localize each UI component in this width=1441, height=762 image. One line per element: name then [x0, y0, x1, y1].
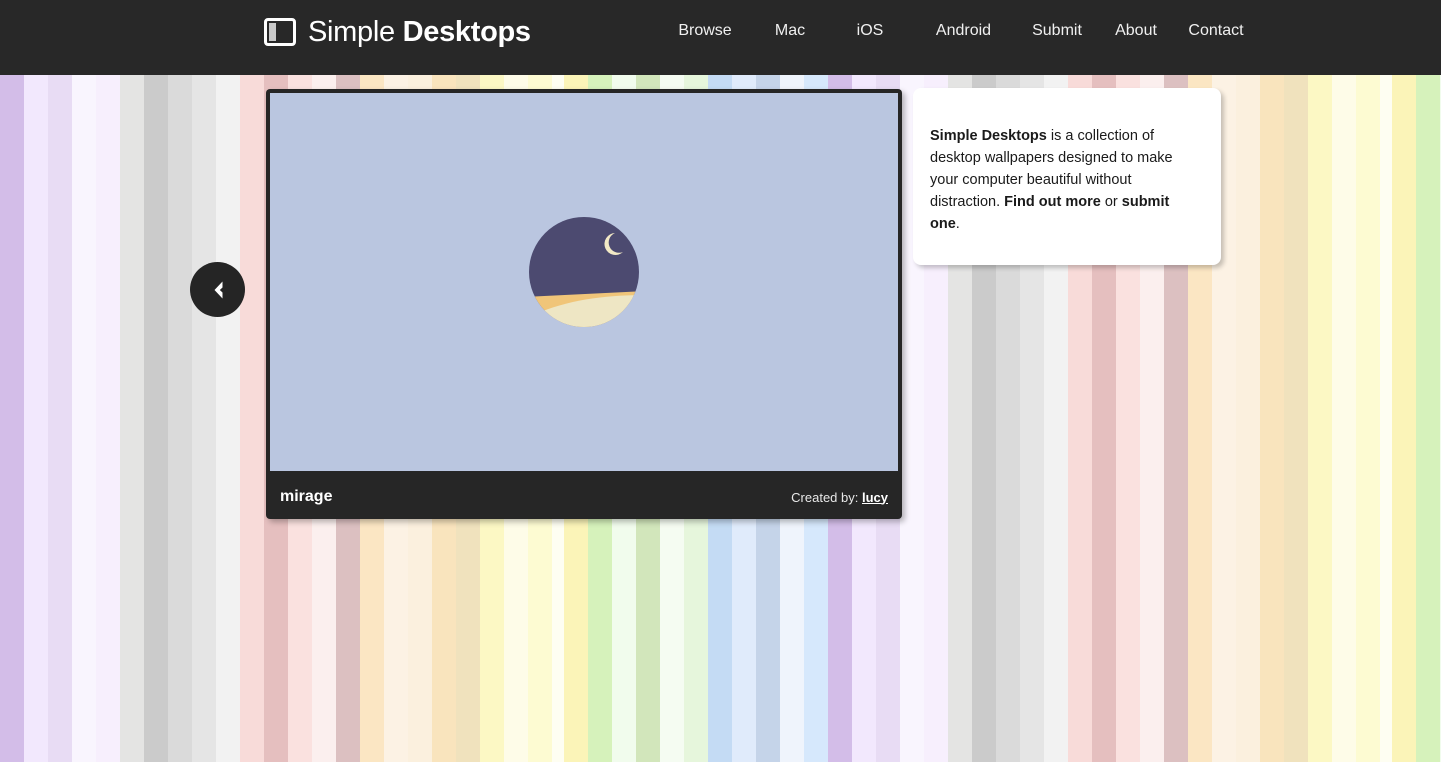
nav-item-about[interactable]: About	[1097, 22, 1175, 40]
about-brand-name: Simple Desktops	[930, 127, 1047, 144]
nav-item-browse[interactable]: Browse	[660, 22, 750, 40]
logo-text-light: Simple	[308, 16, 403, 48]
wallpaper-preview-image[interactable]	[270, 93, 898, 471]
about-info-text: Simple Desktops is a collection of deskt…	[930, 125, 1201, 235]
find-out-more-link[interactable]: Find out more	[1004, 194, 1101, 210]
wallpaper-meta-bar: mirage Created by: lucy	[266, 475, 902, 519]
about-or-text: or	[1100, 193, 1122, 210]
logo-text-bold: Desktops	[402, 16, 531, 48]
wallpaper-title: mirage	[280, 488, 333, 505]
nav-item-android[interactable]: Android	[910, 22, 1017, 40]
wallpaper-credit: Created by: lucy	[791, 490, 888, 505]
site-logo[interactable]: Simple Desktops	[264, 17, 531, 47]
wallpaper-card[interactable]: mirage Created by: lucy	[266, 89, 902, 519]
window-sidebar-icon	[264, 18, 296, 46]
site-header: Simple Desktops Browse Mac iOS Android S…	[0, 0, 1441, 75]
nav-item-mac[interactable]: Mac	[750, 22, 830, 40]
about-line1-rest: is a collection of	[1046, 127, 1155, 144]
about-info-panel: Simple Desktops is a collection of deskt…	[913, 88, 1221, 265]
wallpaper-artwork	[270, 93, 898, 471]
chevron-left-icon	[214, 281, 222, 298]
nav-item-ios[interactable]: iOS	[830, 22, 910, 40]
main-nav: Browse Mac iOS Android Submit About Cont…	[660, 22, 1257, 40]
about-period: .	[955, 215, 960, 232]
previous-wallpaper-button[interactable]	[190, 262, 245, 317]
nav-item-contact[interactable]: Contact	[1175, 22, 1257, 40]
site-logo-text: Simple Desktops	[308, 17, 531, 47]
nav-item-submit[interactable]: Submit	[1017, 22, 1097, 40]
wallpaper-author-link[interactable]: lucy	[862, 490, 888, 505]
created-by-label: Created by:	[791, 489, 859, 505]
